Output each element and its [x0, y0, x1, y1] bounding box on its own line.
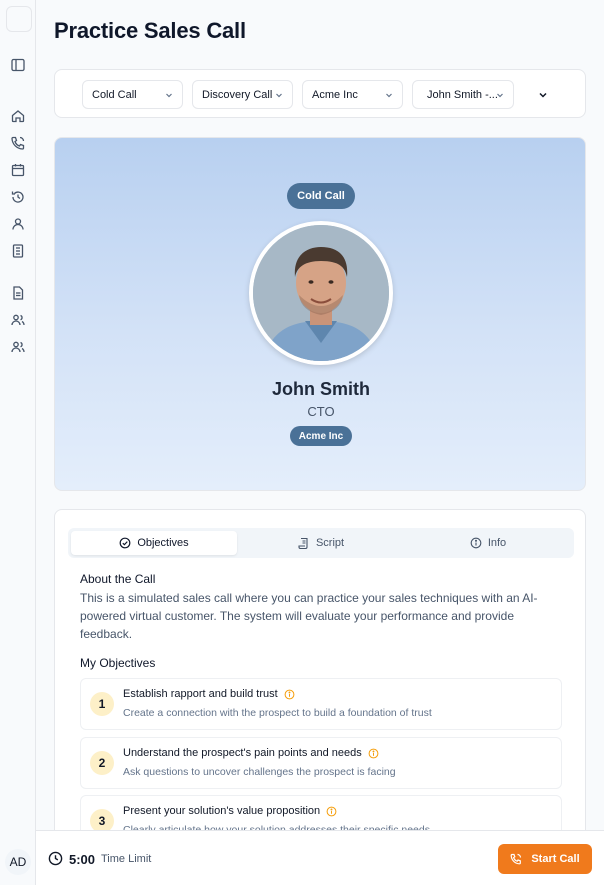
tab-bar: Objectives Script Info: [68, 528, 574, 558]
phone-call-icon: [510, 853, 522, 865]
chevron-down-icon: [164, 90, 174, 100]
info-icon[interactable]: [284, 689, 295, 700]
about-heading: About the Call: [80, 572, 156, 586]
info-icon[interactable]: [368, 748, 379, 759]
persona-role: CTO: [307, 404, 335, 419]
objective-title-text: Establish rapport and build trust: [123, 688, 278, 700]
call-type-badge: Cold Call: [287, 183, 355, 209]
call-stage-value: Discovery Call: [202, 88, 273, 101]
tab-info-label: Info: [487, 537, 507, 549]
filter-bar: Cold Call Discovery Call Acme Inc John S…: [54, 69, 586, 118]
tab-script-label: Script: [315, 537, 345, 549]
tab-script[interactable]: Script: [238, 531, 404, 555]
chevron-down-icon: [539, 92, 547, 98]
tab-info[interactable]: Info: [405, 531, 571, 555]
objective-title-text: Understand the prospect's pain points an…: [123, 747, 362, 759]
persona-portrait: [249, 221, 393, 365]
user-icon[interactable]: [10, 216, 26, 232]
objective-title: Establish rapport and build trust: [123, 688, 295, 700]
time-limit-value: 5:00: [69, 852, 96, 867]
chevron-down-icon: [495, 90, 505, 100]
users-icon[interactable]: [10, 312, 26, 328]
call-type-select[interactable]: Cold Call: [82, 80, 183, 109]
company-value: Acme Inc: [312, 88, 358, 101]
phone-call-icon[interactable]: [10, 135, 26, 151]
objective-item: 1 Establish rapport and build trust Crea…: [80, 678, 562, 730]
objectives-heading: My Objectives: [80, 656, 156, 670]
info-icon: [470, 537, 482, 549]
call-type-value: Cold Call: [92, 88, 137, 101]
company-select[interactable]: Acme Inc: [302, 80, 403, 109]
expand-filters-button[interactable]: [533, 85, 553, 105]
panel-toggle-icon[interactable]: [10, 57, 26, 73]
tab-objectives-label: Objectives: [137, 537, 189, 549]
objective-title-text: Present your solution's value propositio…: [123, 805, 321, 817]
info-icon[interactable]: [326, 806, 337, 817]
sidebar: AD: [0, 0, 36, 885]
script-icon: [298, 537, 310, 549]
about-text: This is a simulated sales call where you…: [80, 591, 538, 641]
time-limit-label: Time Limit: [101, 853, 152, 865]
logo-placeholder[interactable]: [6, 6, 32, 32]
objective-title: Understand the prospect's pain points an…: [123, 747, 379, 759]
users-group-icon[interactable]: [10, 339, 26, 355]
persona-name: John Smith: [272, 379, 370, 399]
objective-item: 2 Understand the prospect's pain points …: [80, 737, 562, 789]
tab-objectives[interactable]: Objectives: [71, 531, 237, 555]
objective-description: Create a connection with the prospect to…: [123, 707, 432, 719]
start-call-label: Start Call: [531, 853, 580, 865]
check-circle-icon: [119, 537, 131, 549]
call-footer: 5:00 Time Limit Start Call: [36, 830, 604, 885]
chevron-down-icon: [384, 90, 394, 100]
call-stage-select[interactable]: Discovery Call: [192, 80, 293, 109]
history-icon[interactable]: [10, 189, 26, 205]
building-icon[interactable]: [10, 243, 26, 259]
document-icon[interactable]: [10, 285, 26, 301]
objective-title: Present your solution's value propositio…: [123, 805, 337, 817]
objective-number: 1: [90, 692, 114, 716]
start-call-button[interactable]: Start Call: [498, 844, 592, 874]
call-details-card: Objectives Script Info About the Call Th…: [54, 509, 586, 849]
avatar[interactable]: AD: [5, 849, 31, 875]
persona-hero: Cold Call John Smith CTO Acme Inc: [54, 137, 586, 491]
calendar-icon[interactable]: [10, 162, 26, 178]
company-badge: Acme Inc: [290, 426, 352, 446]
page-title: Practice Sales Call: [54, 18, 246, 43]
chevron-down-icon: [274, 90, 284, 100]
home-icon[interactable]: [10, 108, 26, 124]
persona-select[interactable]: John Smith -...: [412, 80, 514, 109]
objective-description: Ask questions to uncover challenges the …: [123, 766, 396, 778]
persona-value: John Smith -...: [427, 88, 498, 101]
clock-icon: [48, 851, 63, 866]
objective-number: 2: [90, 751, 114, 775]
